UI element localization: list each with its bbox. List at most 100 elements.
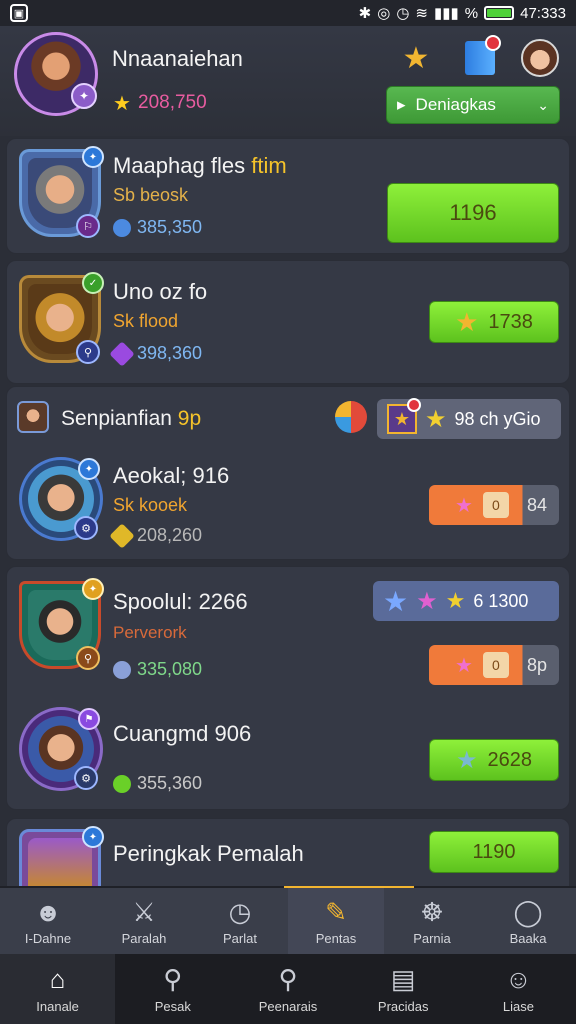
card-title: Aeokal; 916 [113,463,230,488]
filter-dropdown[interactable]: ▸ Deniagkas ⌄ [386,86,560,124]
nav-profile[interactable]: ☺ Liase [461,954,576,1024]
value-button[interactable]: ★ 0 84 [429,485,559,525]
card-stat: 355,360 [113,773,202,794]
nav-documents[interactable]: ▤ Pracidas [346,954,461,1024]
card-stat: 208,260 [109,522,202,549]
star-icon: ★ [455,494,473,517]
value-button[interactable]: 1190 [429,831,559,873]
star-icon: ★ [455,654,473,677]
player-avatar[interactable]: ✦ [14,32,98,116]
bottom-nav: ⌂ Inanale ⚲ Pesak ⚲ Peenarais ▤ Pracidas ☺ Li… [0,954,576,1024]
rank-icon: ⚙ [74,516,98,540]
star-icon: ★ [455,746,478,774]
pill-value: 98 ch yGio [454,408,541,429]
tab-battle[interactable]: ⚔ Paralah [96,888,192,954]
notification-icon: ▣ [10,4,28,22]
bluetooth-icon: ✱ [358,5,372,22]
star-pink-icon: ★ [416,587,438,615]
group-title: Senpianfian 9p [61,407,202,430]
nav-search-people[interactable]: ⚲ Peenarais [230,954,345,1024]
battery-fill [487,9,512,17]
star-blue-icon: ★ [383,585,409,617]
list-item[interactable]: Senpianfian 9p ★ ★ 98 ch yGio ✦ ⚙ Aeokal… [6,386,570,560]
friend-avatar-icon[interactable] [520,38,560,78]
value-button[interactable]: ★ 1738 [429,301,559,343]
list-item[interactable]: ✦ ⚐ Maaphag fles ftim Sb beosk 385,350 1… [6,138,570,254]
tab-group[interactable]: ☸ Parnia [384,888,480,954]
pie-badge-icon [335,401,367,433]
rank-icon: ⚲ [76,340,100,364]
player-name: Nnaanaiehan [112,46,243,71]
wifi-icon: ≋ [415,5,428,22]
battery-icon [484,6,515,20]
group-icon: ☸ [420,896,444,927]
value-button[interactable]: 1196 [387,183,559,243]
chat-icon: ◯ [513,896,543,927]
active-tab-indicator [284,886,414,888]
chest-icon: ★ [387,398,421,434]
tab-hero[interactable]: ☻ I-Dahne [0,888,96,954]
clock-time: 47:333 [520,4,566,22]
profile-header: ✦ Nnaanaiehan ★ 208,750 ★ ▸ Deniagkas ⌄ [0,26,576,136]
search-people-icon: ⚲ [278,963,298,994]
card-title: Peringkak Pemalah [113,841,304,866]
list-item[interactable]: ✦ ⚲ Spoolul: 2266 Perverork 335,080 ★ ★ … [6,566,570,810]
star-coin-icon: ★ [113,92,131,115]
badge-icon: ✦ [82,146,104,168]
card-title: Maaphag fles ftim [113,153,287,178]
document-icon: ▤ [390,963,416,994]
profile-icon: ☺ [505,963,532,994]
pill-value: 6 1300 [473,590,529,611]
tab-events[interactable]: ✎ Pentas [288,888,384,954]
card-stat: 385,350 [113,217,202,238]
dropdown-label: Deniagkas [415,95,496,114]
alarm-icon: ◎ [377,5,391,22]
swords-icon: ⚔ [132,896,156,927]
group-pill[interactable]: ★ ★ 98 ch yGio [377,398,561,439]
gem-icon [109,522,135,549]
badge-icon: ✓ [82,272,104,294]
battery-percent-label: % [464,4,479,22]
signal-icon: ▮▮▮ [434,5,459,22]
hero-portrait: ✦ ⚲ [19,578,104,670]
achievements-star-icon[interactable]: ★ [396,38,436,78]
rank-icon: ⚐ [76,214,100,238]
mailbox-book-icon[interactable] [460,35,501,78]
card-subtitle: Sk kooek [113,495,188,515]
gem-icon [113,218,131,237]
hero-portrait: ⚑ ⚙ [19,707,103,791]
gem-icon [109,340,135,367]
card-subtitle: Sb beosk [113,185,189,205]
gem-icon [113,660,131,679]
badge-icon: ✦ [82,578,104,600]
token-icon: 0 [482,492,509,518]
hero-portrait: ✦ ⚙ [19,457,103,541]
card-stat: 335,080 [113,659,202,680]
coin-value: 208,750 [138,92,207,113]
home-icon: ⌂ [49,963,66,994]
coin-row: ★ 208,750 [112,92,207,115]
nav-search[interactable]: ⚲ Pesak [115,954,230,1024]
card-stat: 398,360 [109,340,202,367]
hero-portrait: ✦ ⚐ [19,146,104,238]
star-gold-icon: ★ [445,588,466,613]
value-button[interactable]: ★ 0 8p [429,645,559,685]
card-title: Cuangmd 906 [113,721,252,746]
hero-portrait: ✓ ⚲ [19,272,104,364]
card-subtitle: Perverork [113,623,187,642]
badge-icon: ✦ [82,826,104,848]
level-badge-icon: ✦ [71,83,97,109]
alarm-icon: ◷ [396,5,410,22]
rank-icon: ⚙ [74,766,98,790]
card-title: Spoolul: 2266 [113,589,248,614]
tab-chat[interactable]: ◯ Baaka [480,888,576,954]
value-button[interactable]: ★ 2628 [429,739,559,781]
tab-time[interactable]: ◷ Parlat [192,888,288,954]
clock-icon: ◷ [228,896,252,927]
list-item[interactable]: ✓ ⚲ Uno oz fo Sk flood 398,360 ★ 1738 [6,260,570,384]
status-bar: ▣ ✱ ◎ ◷ ≋ ▮▮▮ % 47:333 [0,0,576,26]
rank-icon: ⚲ [76,646,100,670]
reward-pill[interactable]: ★ ★ ★ 6 1300 [373,581,559,621]
card-title: Uno oz fo [113,279,208,304]
nav-home[interactable]: ⌂ Inanale [0,954,116,1024]
